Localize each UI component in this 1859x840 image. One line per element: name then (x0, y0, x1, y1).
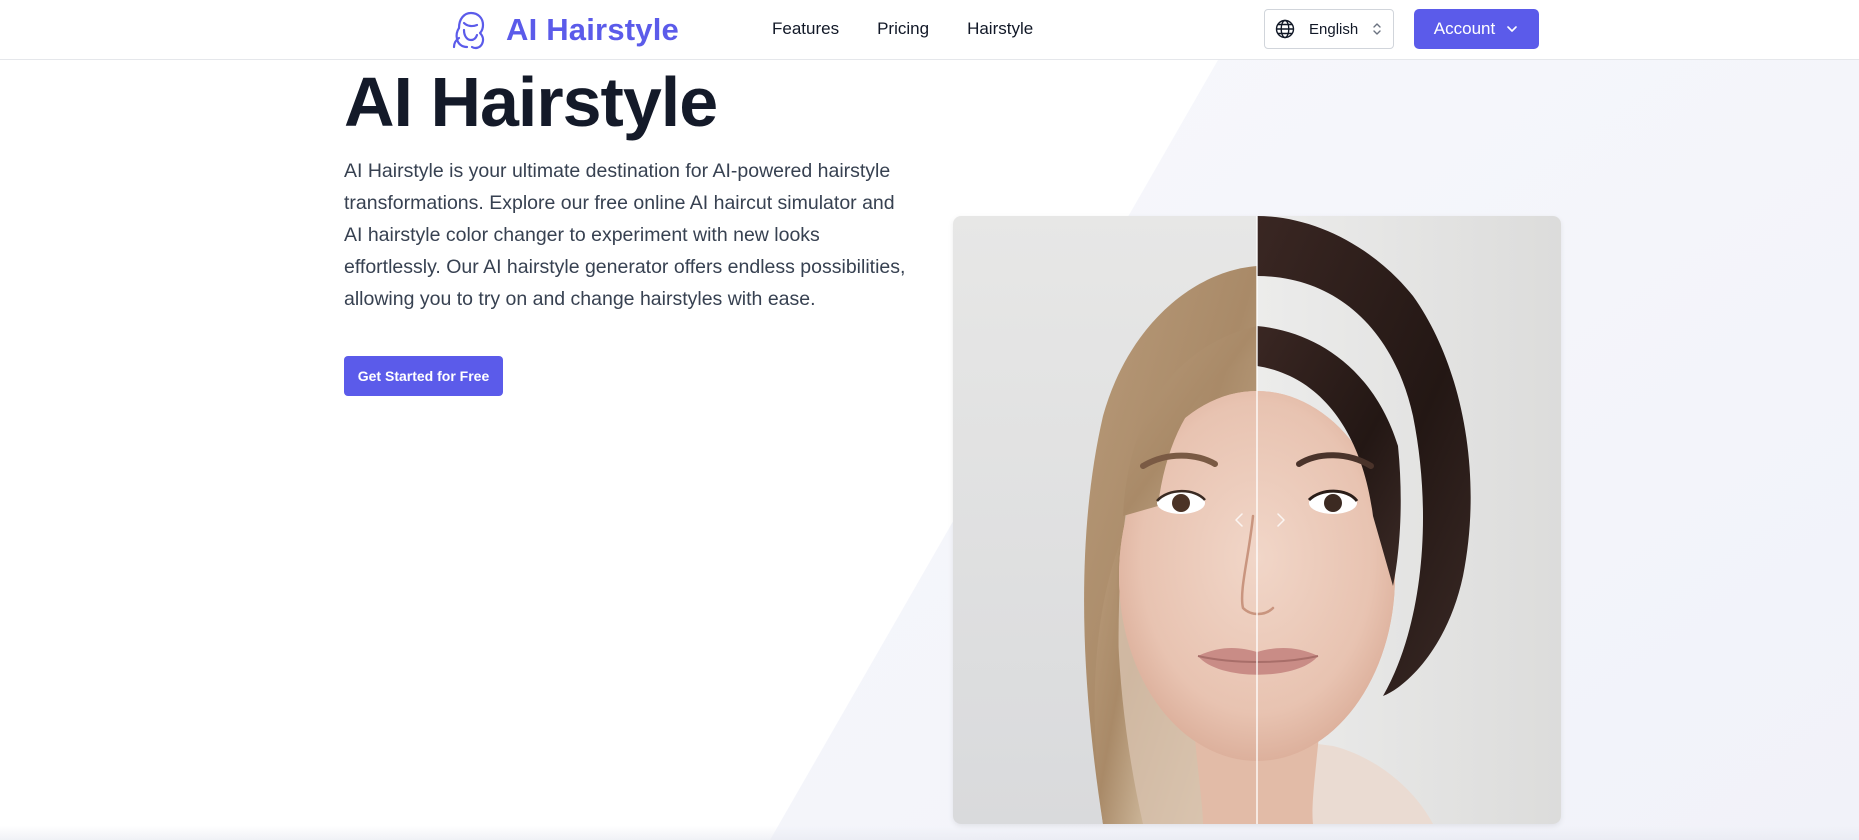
hero-title: AI Hairstyle (344, 63, 718, 141)
hero-description: AI Hairstyle is your ultimate destinatio… (344, 160, 906, 310)
language-label: English (1309, 20, 1359, 38)
up-down-chevron-icon (1371, 20, 1383, 38)
nav-hairstyle[interactable]: Hairstyle (967, 19, 1033, 39)
nav-pricing[interactable]: Pricing (877, 19, 929, 39)
brand-name: AI Hairstyle (506, 12, 679, 47)
language-select[interactable]: English (1264, 9, 1394, 49)
get-started-button[interactable]: Get Started for Free (344, 356, 503, 396)
main-nav: Features Pricing Hairstyle (772, 0, 1071, 58)
chevron-left-icon (1230, 508, 1248, 532)
compare-slider-handle[interactable] (1230, 505, 1290, 535)
nav-features[interactable]: Features (772, 19, 839, 39)
background-diagonal (770, 60, 1859, 840)
globe-icon (1275, 19, 1295, 39)
top-navigation-bar: AI Hairstyle Features Pricing Hairstyle … (0, 0, 1859, 60)
account-label: Account (1433, 19, 1496, 38)
brand-link[interactable]: AI Hairstyle (450, 6, 679, 54)
account-button[interactable]: Account (1414, 9, 1539, 49)
chevron-right-icon (1272, 508, 1290, 532)
hair-woman-icon (450, 8, 490, 52)
chevron-down-icon (1505, 22, 1519, 36)
bottom-fade (0, 826, 1859, 840)
